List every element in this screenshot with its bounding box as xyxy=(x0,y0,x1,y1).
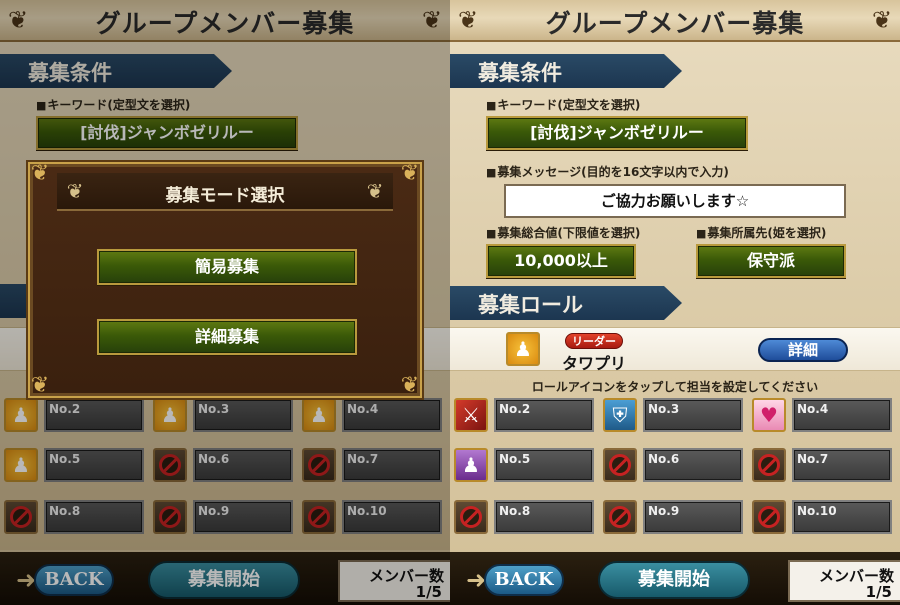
no-sign-icon[interactable] xyxy=(752,500,786,534)
member-slot[interactable]: ⚔ No.2 xyxy=(454,396,596,434)
scroll-ornament-icon: ❦ xyxy=(871,6,893,34)
screen-left: ❦ グループメンバー募集 ❦ 募集条件 キーワード(定型文を選択) [討伐]ジャ… xyxy=(0,0,450,605)
start-recruit-button[interactable]: 募集開始 xyxy=(598,561,750,599)
screen-right: ❦ グループメンバー募集 ❦ 募集条件 キーワード(定型文を選択) [討伐]ジャ… xyxy=(450,0,900,605)
section-banner-roles: 募集ロール xyxy=(450,286,682,320)
simple-recruit-button[interactable]: 簡易募集 xyxy=(97,249,357,285)
leader-badge: リーダー xyxy=(565,333,623,349)
leader-name: タワプリ xyxy=(562,354,627,373)
member-slot[interactable]: No.7 xyxy=(752,446,894,484)
detail-recruit-button[interactable]: 詳細募集 xyxy=(97,319,357,355)
slot-number: No.5 xyxy=(494,448,594,482)
defense-role-icon[interactable]: ⛨ xyxy=(603,398,637,432)
no-sign-icon[interactable] xyxy=(603,500,637,534)
page-title: グループメンバー募集 xyxy=(545,9,805,38)
leader-strip: ♟ リーダー タワプリ 詳細 xyxy=(450,327,900,373)
member-slot[interactable]: No.6 xyxy=(603,446,745,484)
no-sign-icon[interactable] xyxy=(603,448,637,482)
slot-number: No.2 xyxy=(494,398,594,432)
member-slot[interactable]: No.8 xyxy=(454,498,596,536)
corner-ornament-icon: ❦ xyxy=(30,161,50,186)
attack-role-icon[interactable]: ⚔ xyxy=(454,398,488,432)
footer-bar: ➜ BACK 募集開始 メンバー数 1/5 xyxy=(450,552,900,605)
total-select[interactable]: 10,000以上 xyxy=(486,244,636,278)
total-label: 募集総合値(下限値を選択) xyxy=(486,224,640,241)
member-count-box: メンバー数 1/5 xyxy=(788,560,900,602)
slot-number: No.4 xyxy=(792,398,892,432)
detail-button[interactable]: 詳細 xyxy=(758,338,848,362)
modal-header: ❦ 募集モード選択 ❦ xyxy=(57,173,393,211)
section-title: 募集ロール xyxy=(478,293,583,317)
recruit-mode-modal: ❦ ❦ ❦ ❦ ❦ 募集モード選択 ❦ 簡易募集 詳細募集 xyxy=(30,161,420,398)
section-title: 募集条件 xyxy=(478,61,562,85)
corner-ornament-icon: ❦ xyxy=(400,373,420,398)
keyword-select[interactable]: [討伐]ジャンボゼリルー xyxy=(486,116,748,150)
no-sign-icon[interactable] xyxy=(752,448,786,482)
message-input[interactable]: ご協力お願いします☆ xyxy=(504,184,846,218)
member-slot-panel: ⚔ No.2 ⛨ No.3 ♥ No.4 ♟ No.5 No.6 No.7 No… xyxy=(450,390,900,550)
scroll-ornament-icon: ❦ xyxy=(366,179,384,203)
back-button[interactable]: BACK xyxy=(484,564,564,596)
slot-number: No.8 xyxy=(494,500,594,534)
member-slot[interactable]: ♟ No.5 xyxy=(454,446,596,484)
affiliation-label: 募集所属先(姫を選択) xyxy=(696,224,826,241)
corner-ornament-icon: ❦ xyxy=(30,373,50,398)
section-banner-conditions: 募集条件 xyxy=(450,54,682,88)
slot-number: No.3 xyxy=(643,398,743,432)
modal-title: 募集モード選択 xyxy=(165,186,285,206)
heal-role-icon[interactable]: ♥ xyxy=(752,398,786,432)
keyword-label: キーワード(定型文を選択) xyxy=(486,96,640,113)
corner-ornament-icon: ❦ xyxy=(400,161,420,186)
support-role-icon[interactable]: ♟ xyxy=(454,448,488,482)
slot-number: No.7 xyxy=(792,448,892,482)
affiliation-select[interactable]: 保守派 xyxy=(696,244,846,278)
member-slot[interactable]: ♥ No.4 xyxy=(752,396,894,434)
leader-role-icon[interactable]: ♟ xyxy=(506,332,540,366)
slot-number: No.9 xyxy=(643,500,743,534)
member-slot[interactable]: No.10 xyxy=(752,498,894,536)
member-slot[interactable]: No.9 xyxy=(603,498,745,536)
slot-number: No.10 xyxy=(792,500,892,534)
title-bar: ❦ グループメンバー募集 ❦ xyxy=(450,0,900,42)
no-sign-icon[interactable] xyxy=(454,500,488,534)
member-slot[interactable]: ⛨ No.3 xyxy=(603,396,745,434)
member-count-value: 1/5 xyxy=(865,583,892,601)
message-label: 募集メッセージ(目的を16文字以内で入力) xyxy=(486,163,728,180)
slot-number: No.6 xyxy=(643,448,743,482)
